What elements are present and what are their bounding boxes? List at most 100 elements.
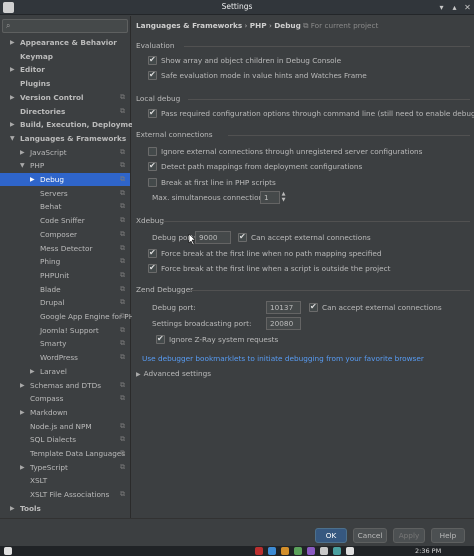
ok-button[interactable]: OK: [315, 528, 347, 543]
checkbox-box[interactable]: [148, 107, 157, 118]
tree-item-code-sniffer[interactable]: Code Sniffer ⧉: [0, 214, 130, 227]
advanced-settings-toggle[interactable]: ▶ Advanced settings: [136, 369, 211, 378]
tree-item-node-js-and-npm[interactable]: Node.js and NPM ⧉: [0, 420, 130, 433]
chevron-right-icon[interactable]: ▶: [10, 502, 15, 515]
checkbox-box[interactable]: [148, 147, 157, 156]
tray-app-icon[interactable]: [346, 547, 354, 555]
max-connections-input[interactable]: 1: [260, 191, 280, 204]
checkbox-box[interactable]: [309, 301, 318, 312]
tree-item-servers[interactable]: Servers ⧉: [0, 187, 130, 200]
tree-item-google-app-engine-for-php[interactable]: Google App Engine for PHP ⧉: [0, 310, 139, 323]
zend-port-input[interactable]: 10137: [266, 301, 301, 314]
chevron-right-icon[interactable]: ▶: [10, 36, 15, 49]
tree-item-typescript[interactable]: ▶ TypeScript ⧉: [0, 461, 130, 474]
tree-item-label: Behat: [40, 202, 62, 212]
cancel-button[interactable]: Cancel: [353, 528, 387, 543]
search-input[interactable]: ⌕: [2, 19, 128, 33]
tree-item-wordpress[interactable]: WordPress ⧉: [0, 351, 130, 364]
project-scope-icon: ⧉: [120, 270, 125, 279]
chevron-right-icon[interactable]: ▶: [10, 91, 15, 104]
tree-item-template-data-languages[interactable]: Template Data Languages ⧉: [0, 447, 130, 460]
chevron-right-icon[interactable]: ▶: [20, 146, 25, 159]
settings-tree-panel: ⌕ ▶ Appearance & Behavior Keymap ▶ Editor Plu…: [0, 16, 142, 518]
chevron-down-icon[interactable]: ▼: [20, 159, 25, 172]
tray-app-icon[interactable]: [281, 547, 289, 555]
tray-app-icon[interactable]: [333, 547, 341, 555]
tree-item-javascript[interactable]: ▶ JavaScript ⧉: [0, 146, 130, 159]
tree-item-editor[interactable]: ▶ Editor: [0, 63, 130, 76]
tree-item-label: Tools: [20, 503, 41, 513]
checkbox-box[interactable]: [148, 178, 157, 187]
chevron-down-icon[interactable]: ▼: [10, 132, 15, 145]
advanced-settings-label: Advanced settings: [143, 369, 212, 378]
checkbox-box[interactable]: [148, 247, 157, 258]
chevron-right-icon[interactable]: ▶: [30, 173, 35, 186]
tray-app-icon[interactable]: [307, 547, 315, 555]
chevron-right-icon: ▶: [136, 371, 141, 378]
help-button[interactable]: Help: [431, 528, 465, 543]
tree-item-markdown[interactable]: ▶ Markdown: [0, 406, 130, 419]
tree-item-plugins[interactable]: Plugins: [0, 77, 130, 90]
tree-item-laravel[interactable]: ▶ Laravel: [0, 365, 130, 378]
project-scope-icon: ⧉: [120, 449, 125, 457]
tree-item-version-control[interactable]: ▶ Version Control ⧉: [0, 91, 130, 104]
tree-item-php[interactable]: ▼ PHP ⧉: [0, 159, 130, 172]
tree-item-phpunit[interactable]: PHPUnit ⧉: [0, 269, 130, 282]
chevron-right-icon[interactable]: ▶: [10, 63, 15, 76]
tree-item-drupal[interactable]: Drupal ⧉: [0, 296, 130, 309]
tree-item-directories[interactable]: Directories ⧉: [0, 105, 130, 118]
tree-item-debug[interactable]: ▶ Debug ⧉: [0, 173, 130, 186]
tree-item-label: Servers: [40, 188, 68, 198]
tree-item-mess-detector[interactable]: Mess Detector ⧉: [0, 242, 130, 255]
checkbox-box[interactable]: [148, 69, 157, 80]
checkbox-box[interactable]: [238, 231, 247, 242]
tray-app-icon[interactable]: [255, 547, 263, 555]
tree-item-xslt-file-associations[interactable]: XSLT File Associations ⧉: [0, 488, 130, 501]
tree-item-behat[interactable]: Behat ⧉: [0, 200, 130, 213]
checkbox-box[interactable]: [148, 54, 157, 65]
broadcast-port-input[interactable]: 20080: [266, 317, 301, 330]
checkbox-box[interactable]: [156, 333, 165, 344]
tree-item-languages-frameworks[interactable]: ▼ Languages & Frameworks: [0, 132, 130, 145]
checkbox-label: Break at first line in PHP scripts: [161, 178, 276, 187]
checkbox-box[interactable]: [148, 262, 157, 273]
tree-item-phing[interactable]: Phing ⧉: [0, 255, 130, 268]
tree-item-smarty[interactable]: Smarty ⧉: [0, 337, 130, 350]
tree-item-compass[interactable]: Compass ⧉: [0, 392, 130, 405]
project-scope-icon: ⧉: [120, 161, 125, 170]
tree-item-schemas-and-dtds[interactable]: ▶ Schemas and DTDs ⧉: [0, 379, 130, 392]
tree-item-tools[interactable]: ▶ Tools: [0, 502, 130, 515]
app-launcher-icon[interactable]: [4, 547, 12, 555]
project-scope-icon: ⧉: [120, 216, 125, 225]
tree-item-blade[interactable]: Blade ⧉: [0, 283, 130, 296]
tree-item-label: Appearance & Behavior: [20, 38, 117, 47]
bookmarklets-link[interactable]: Use debugger bookmarklets to initiate de…: [142, 354, 424, 363]
tree-item-build-execution-deployment[interactable]: ▶ Build, Execution, Deployment: [0, 118, 142, 131]
maximize-icon[interactable]: ▴: [449, 2, 460, 13]
chevron-right-icon[interactable]: ▶: [30, 365, 35, 378]
chevron-right-icon[interactable]: ▶: [20, 461, 25, 474]
tree-item-sql-dialects[interactable]: SQL Dialects ⧉: [0, 433, 130, 446]
chevron-right-icon[interactable]: ▶: [20, 406, 25, 419]
apply-button[interactable]: Apply: [393, 528, 425, 543]
tree-item-keymap[interactable]: Keymap: [0, 50, 130, 63]
tree-item-composer[interactable]: Composer ⧉: [0, 228, 130, 241]
minimize-icon[interactable]: ▾: [436, 2, 447, 13]
tray-app-icon[interactable]: [268, 547, 276, 555]
tree-item-label: XSLT: [30, 476, 48, 486]
project-scope-icon: ⧉: [120, 92, 125, 101]
tree-item-xslt[interactable]: XSLT: [0, 474, 130, 487]
tree-item-label: Editor: [20, 65, 45, 75]
tray-app-icon[interactable]: [294, 547, 302, 555]
max-connections-spinner[interactable]: ▲ ▼: [280, 191, 287, 204]
chevron-right-icon[interactable]: ▶: [10, 118, 15, 131]
xdebug-port-input[interactable]: 9000: [195, 231, 231, 244]
mouse-cursor: [188, 234, 196, 245]
checkbox-box[interactable]: [148, 160, 157, 171]
chevron-right-icon[interactable]: ▶: [20, 379, 25, 392]
breadcrumb-separator: ›: [268, 21, 272, 30]
close-icon[interactable]: ✕: [462, 2, 473, 13]
tray-app-icon[interactable]: [320, 547, 328, 555]
tree-item-joomla-support[interactable]: Joomla! Support ⧉: [0, 324, 130, 337]
tree-item-appearance-behavior[interactable]: ▶ Appearance & Behavior: [0, 36, 130, 49]
